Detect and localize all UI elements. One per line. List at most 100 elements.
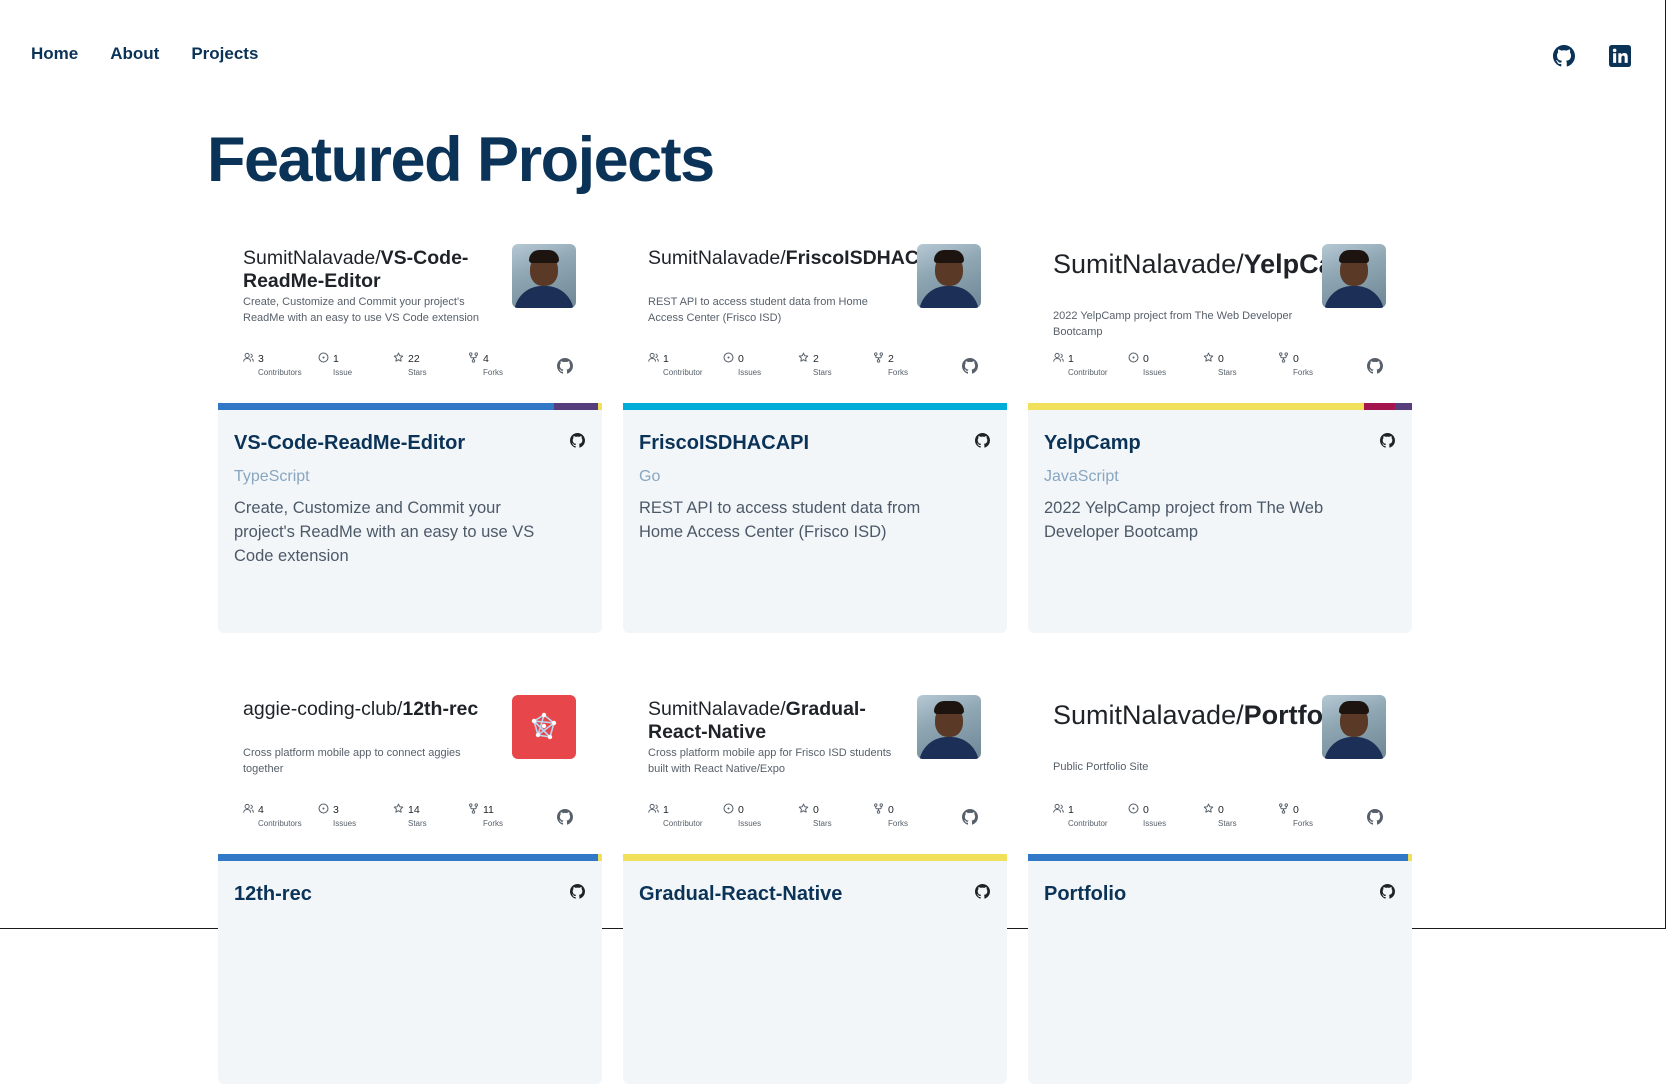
repo-card-description: 2022 YelpCamp project from The Web Devel… [1053, 310, 1293, 338]
language-segment [1408, 854, 1412, 861]
language-segment [218, 854, 599, 861]
language-segment [218, 403, 554, 410]
language-bar [1028, 403, 1412, 410]
stat-value: 11 [483, 804, 494, 816]
github-repo-card[interactable]: SumitNalavade/Portfolio Public Portfolio… [1028, 682, 1412, 854]
project-name[interactable]: FriscoISDHACAPI [639, 432, 809, 455]
network-icon [531, 712, 557, 740]
project-card[interactable]: SumitNalavade/FriscoISDHACAPI REST API t… [623, 231, 1007, 633]
project-card[interactable]: SumitNalavade/YelpCamp 2022 YelpCamp pro… [1028, 231, 1412, 633]
stat-value: 0 [738, 353, 744, 365]
project-name[interactable]: Gradual-React-Native [639, 883, 842, 906]
issue-icon [318, 803, 329, 817]
github-link-icon[interactable] [1380, 884, 1395, 899]
nav-projects[interactable]: Projects [191, 44, 258, 64]
stat-forks: 0 Forks [1278, 352, 1353, 377]
github-icon [557, 358, 573, 374]
stat-issue: 1 Issue [318, 352, 393, 377]
avatar [917, 695, 981, 759]
repo-owner: SumitNalavade/ [243, 247, 381, 269]
project-card[interactable]: SumitNalavade/Gradual-React-Native Cross… [623, 682, 1007, 1084]
repo-owner: SumitNalavade/ [1053, 249, 1244, 279]
stat-label: Issue [333, 368, 353, 377]
stat-label: Contributors [258, 368, 302, 377]
project-card[interactable]: SumitNalavade/Portfolio Public Portfolio… [1028, 682, 1412, 1084]
stat-value: 0 [1293, 353, 1299, 365]
repo-card-description: Create, Customize and Commit your projec… [243, 296, 480, 324]
project-description: REST API to access student data from Hom… [639, 499, 921, 541]
project-info: Portfolio [1028, 861, 1412, 1084]
github-link-icon[interactable] [570, 884, 585, 899]
stat-issues: 0 Issues [723, 803, 798, 828]
star-icon [798, 803, 809, 817]
people-icon [243, 352, 254, 366]
project-name[interactable]: 12th-rec [234, 883, 312, 906]
github-link-icon[interactable] [1380, 433, 1395, 448]
language-segment [554, 403, 599, 410]
project-description: 2022 YelpCamp project from The Web Devel… [1044, 499, 1324, 541]
stat-label: Forks [888, 368, 908, 377]
stat-forks: 0 Forks [873, 803, 948, 828]
nav-about[interactable]: About [110, 44, 159, 64]
language-segment [1364, 403, 1395, 410]
github-link-icon[interactable] [570, 433, 585, 448]
stat-contributor: 1 Contributor [648, 803, 723, 828]
project-info: FriscoISDHACAPI Go REST API to access st… [623, 410, 1007, 633]
github-repo-card[interactable]: aggie-coding-club/12th-rec Cross platfor… [218, 682, 602, 854]
stat-label: Contributors [258, 819, 302, 828]
people-icon [243, 803, 254, 817]
github-link-icon[interactable] [975, 433, 990, 448]
stat-label: Issues [333, 819, 357, 828]
project-name[interactable]: Portfolio [1044, 883, 1126, 906]
stat-value: 0 [1218, 804, 1224, 816]
star-icon [393, 803, 404, 817]
issue-icon [723, 803, 734, 817]
repo-full-name: SumitNalavade/VS-Code-ReadMe-Editor [243, 247, 498, 293]
avatar [1322, 244, 1386, 308]
star-icon [393, 352, 404, 366]
language-segment [623, 403, 1007, 410]
github-repo-card[interactable]: SumitNalavade/FriscoISDHACAPI REST API t… [623, 231, 1007, 403]
repo-full-name: SumitNalavade/Gradual-React-Native [648, 698, 903, 744]
language-bar [1028, 854, 1412, 861]
stat-contributors: 3 Contributors [243, 352, 318, 377]
stat-stars: 14 Stars [393, 803, 468, 828]
github-icon [1367, 358, 1383, 374]
repo-card-description: Cross platform mobile app for Frisco ISD… [648, 747, 892, 775]
project-card[interactable]: SumitNalavade/VS-Code-ReadMe-Editor Crea… [218, 231, 602, 633]
stat-value: 0 [1143, 353, 1149, 365]
github-icon [1367, 809, 1383, 825]
stat-contributor: 1 Contributor [648, 352, 723, 377]
github-link-icon[interactable] [975, 884, 990, 899]
repo-stats: 4 Contributors 3 Issues 14 Stars 11 Fork… [243, 803, 543, 828]
stat-label: Forks [483, 819, 503, 828]
top-nav: Home About Projects [31, 44, 258, 64]
stat-issues: 3 Issues [318, 803, 393, 828]
stat-label: Issues [1143, 819, 1167, 828]
stat-label: Contributor [1068, 819, 1108, 828]
github-icon[interactable] [1553, 45, 1575, 67]
github-repo-card[interactable]: SumitNalavade/Gradual-React-Native Cross… [623, 682, 1007, 854]
stat-value: 0 [888, 804, 894, 816]
project-name[interactable]: YelpCamp [1044, 432, 1141, 455]
fork-icon [873, 803, 884, 817]
project-card[interactable]: aggie-coding-club/12th-rec Cross platfor… [218, 682, 602, 1084]
stat-label: Contributor [663, 819, 703, 828]
issue-icon [1128, 352, 1139, 366]
issue-icon [1128, 803, 1139, 817]
github-repo-card[interactable]: SumitNalavade/YelpCamp 2022 YelpCamp pro… [1028, 231, 1412, 403]
stat-forks: 0 Forks [1278, 803, 1353, 828]
project-name[interactable]: VS-Code-ReadMe-Editor [234, 432, 465, 455]
fork-icon [1278, 803, 1289, 817]
github-repo-card[interactable]: SumitNalavade/VS-Code-ReadMe-Editor Crea… [218, 231, 602, 403]
linkedin-icon[interactable] [1609, 45, 1631, 67]
stat-value: 3 [258, 353, 264, 365]
github-icon [962, 809, 978, 825]
stat-contributor: 1 Contributor [1053, 352, 1128, 377]
stat-value: 0 [738, 804, 744, 816]
repo-title: 12th-rec [402, 698, 479, 720]
star-icon [1203, 803, 1214, 817]
language-bar [218, 854, 602, 861]
nav-home[interactable]: Home [31, 44, 78, 64]
stat-label: Stars [813, 819, 832, 828]
